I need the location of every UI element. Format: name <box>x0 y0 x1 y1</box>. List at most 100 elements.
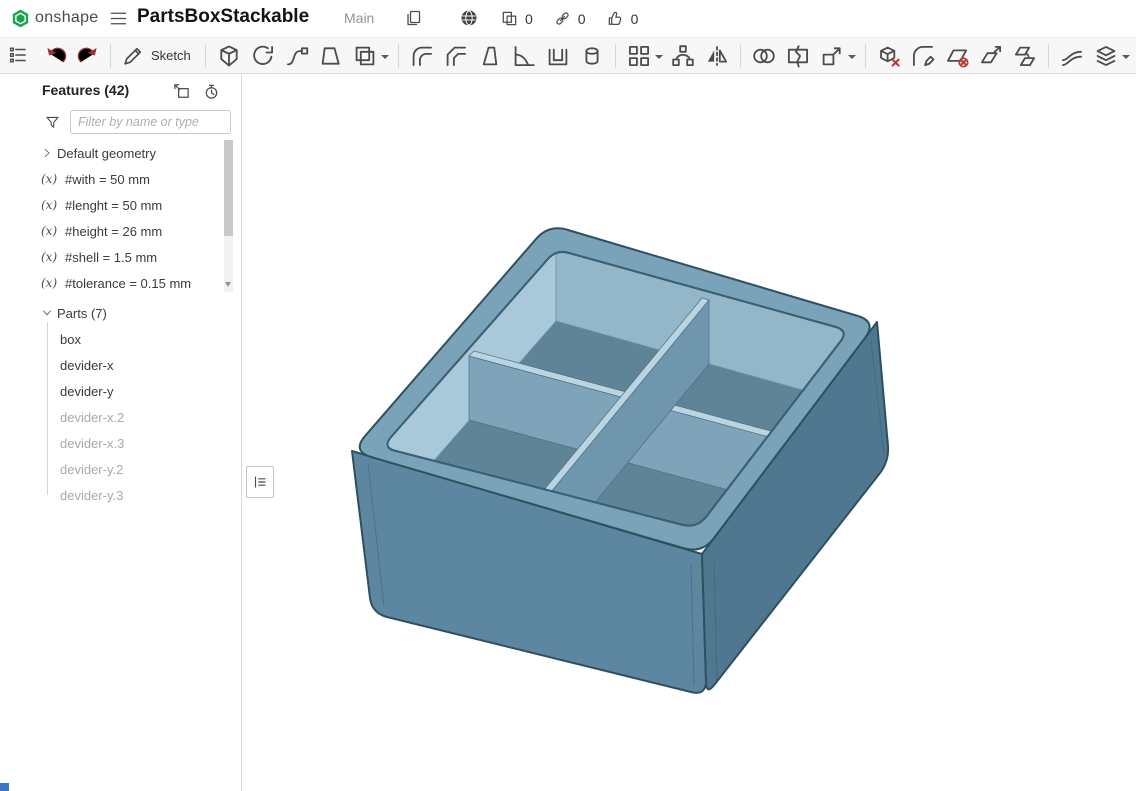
toolbar-separator <box>110 44 111 68</box>
feature-filter-input[interactable] <box>70 110 231 134</box>
onshape-app: onshape PartsBoxStackable Main 0 <box>0 0 1136 791</box>
part-row-devider-x3[interactable]: devider-x.3 <box>0 430 222 456</box>
app-name[interactable]: onshape <box>35 9 99 27</box>
mirror-icon[interactable] <box>703 42 731 70</box>
composite-part-icon[interactable] <box>1092 42 1120 70</box>
redo-icon[interactable] <box>75 43 101 69</box>
chevron-right-icon[interactable] <box>41 147 53 159</box>
fillet-icon[interactable] <box>408 42 436 70</box>
split-icon[interactable] <box>784 42 812 70</box>
document-title[interactable]: PartsBoxStackable <box>137 6 309 28</box>
features-scrollbar-thumb[interactable] <box>224 140 233 236</box>
thicken-dropdown-caret[interactable] <box>381 55 389 59</box>
part-row-devider-y2[interactable]: devider-y.2 <box>0 456 222 482</box>
panel-toggle-icon <box>251 473 269 491</box>
part-label: devider-x.2 <box>60 410 124 425</box>
part-label: devider-x <box>60 358 113 373</box>
features-scrollbar[interactable] <box>224 140 233 292</box>
transform-icon[interactable] <box>818 42 846 70</box>
chamfer-icon[interactable] <box>442 42 470 70</box>
sweep-icon[interactable] <box>283 42 311 70</box>
toolbar-separator <box>615 44 616 68</box>
workspace-label[interactable]: Main <box>344 10 374 26</box>
toolbar-separator <box>740 44 741 68</box>
rollback-clock-icon[interactable] <box>202 82 221 101</box>
composite-part-dropdown-caret[interactable] <box>1122 55 1130 59</box>
document-stats: 0 0 0 <box>500 0 652 37</box>
replace-face-icon[interactable] <box>1011 42 1039 70</box>
linear-pattern-icon[interactable] <box>625 42 653 70</box>
feature-toolbar: Sketch <box>0 37 1136 74</box>
features-panel: Features (42) Default geometry (x) #with… <box>0 74 242 791</box>
revolve-icon[interactable] <box>249 42 277 70</box>
undo-icon[interactable] <box>43 43 69 69</box>
public-globe-icon[interactable] <box>459 8 479 28</box>
linear-pattern-dropdown-caret[interactable] <box>655 55 663 59</box>
feature-row-default-geometry[interactable]: Default geometry <box>0 140 222 166</box>
bottom-bar-fragment <box>0 783 9 791</box>
hamburger-menu-icon[interactable] <box>109 9 128 28</box>
extrude-icon[interactable] <box>215 42 243 70</box>
links-count-icon[interactable] <box>553 9 572 28</box>
boolean-icon[interactable] <box>750 42 778 70</box>
sketch-icon[interactable] <box>120 43 146 69</box>
shell-icon[interactable] <box>544 42 572 70</box>
feature-row-variable[interactable]: (x) #with = 50 mm <box>0 166 222 192</box>
feature-row-variable[interactable]: (x) #height = 26 mm <box>0 218 222 244</box>
variable-icon: (x) <box>41 250 61 264</box>
part-label: devider-y.3 <box>60 488 123 503</box>
scrollbar-down-arrow-icon[interactable] <box>225 282 231 287</box>
feature-label: #height = 26 mm <box>65 224 162 239</box>
feature-label: #shell = 1.5 mm <box>65 250 157 265</box>
copies-count: 0 <box>525 11 533 27</box>
feature-list-icon[interactable] <box>7 44 29 66</box>
feature-row-variable[interactable]: (x) #lenght = 50 mm <box>0 192 222 218</box>
part-label: devider-x.3 <box>60 436 124 451</box>
rib-icon[interactable] <box>510 42 538 70</box>
links-count: 0 <box>578 11 586 27</box>
circular-pattern-icon[interactable] <box>669 42 697 70</box>
insert-element-icon[interactable] <box>172 82 191 101</box>
part-label: box <box>60 332 81 347</box>
features-panel-title: Features (42) <box>42 82 129 98</box>
variable-icon: (x) <box>41 276 61 290</box>
onshape-logo-icon[interactable] <box>10 8 31 29</box>
parts-section-header[interactable]: Parts (7) <box>0 300 222 326</box>
move-face-icon[interactable] <box>977 42 1005 70</box>
feature-row-variable[interactable]: (x) #shell = 1.5 mm <box>0 244 222 270</box>
offset-surface-icon[interactable] <box>1058 42 1086 70</box>
toolbar-separator <box>1048 44 1049 68</box>
hole-icon[interactable] <box>578 42 606 70</box>
part-row-box[interactable]: box <box>0 326 222 352</box>
toolbar-separator <box>865 44 866 68</box>
draft-icon[interactable] <box>476 42 504 70</box>
3d-viewport[interactable] <box>242 74 1136 791</box>
part-row-devider-x[interactable]: devider-x <box>0 352 222 378</box>
feature-label: Default geometry <box>57 146 156 161</box>
toolbar-separator <box>398 44 399 68</box>
header: onshape PartsBoxStackable Main 0 <box>0 0 1136 37</box>
sketch-button-label[interactable]: Sketch <box>151 48 191 63</box>
copy-document-icon[interactable] <box>403 8 423 28</box>
variable-icon: (x) <box>41 172 61 186</box>
thicken-icon[interactable] <box>351 42 379 70</box>
delete-part-icon[interactable] <box>875 42 903 70</box>
parts-box-model[interactable] <box>242 74 1136 791</box>
copies-count-icon[interactable] <box>500 9 519 28</box>
part-row-devider-x2[interactable]: devider-x.2 <box>0 404 222 430</box>
filter-funnel-icon[interactable] <box>44 114 61 131</box>
chevron-down-icon[interactable] <box>41 307 53 319</box>
delete-face-icon[interactable] <box>943 42 971 70</box>
parts-section-label: Parts (7) <box>57 306 107 321</box>
loft-icon[interactable] <box>317 42 345 70</box>
feature-label: #tolerance = 0.15 mm <box>65 276 191 291</box>
feature-label: #lenght = 50 mm <box>65 198 162 213</box>
part-row-devider-y[interactable]: devider-y <box>0 378 222 404</box>
transform-dropdown-caret[interactable] <box>848 55 856 59</box>
likes-count-icon[interactable] <box>606 9 625 28</box>
panel-toggle-button[interactable] <box>246 466 274 498</box>
part-row-devider-y3[interactable]: devider-y.3 <box>0 482 222 508</box>
toolbar-separator <box>205 44 206 68</box>
modify-fillet-icon[interactable] <box>909 42 937 70</box>
feature-row-variable[interactable]: (x) #tolerance = 0.15 mm <box>0 270 222 296</box>
